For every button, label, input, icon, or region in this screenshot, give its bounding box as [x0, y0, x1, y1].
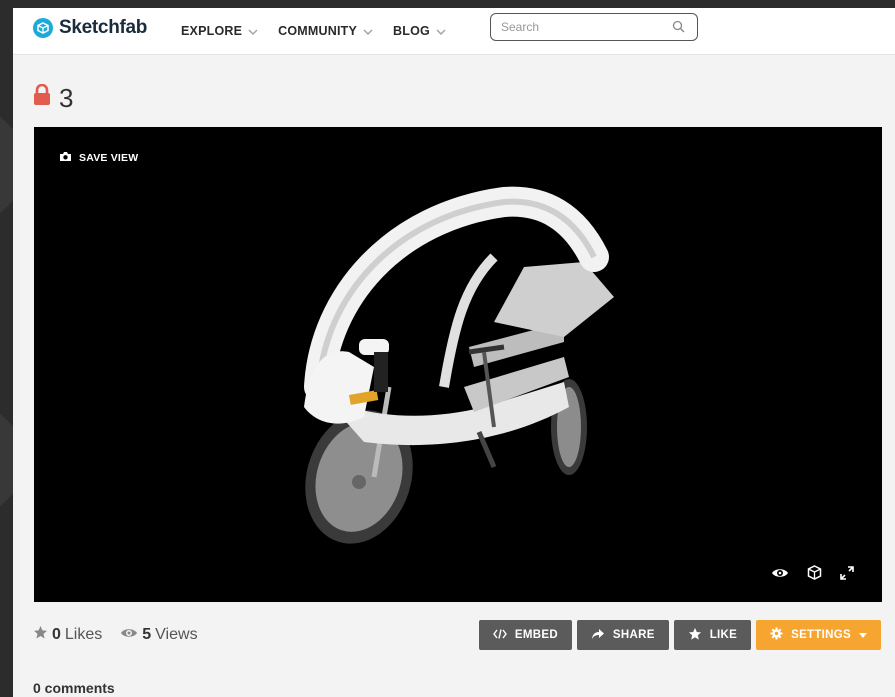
nav-blog[interactable]: BLOG [393, 24, 446, 38]
viewer-controls [771, 565, 854, 580]
chevron-down-icon [363, 24, 373, 38]
chevron-down-icon [436, 24, 446, 38]
comments-count: 0 comments [33, 680, 115, 696]
likes-label: Likes [64, 626, 103, 643]
eye-icon[interactable] [771, 567, 789, 579]
lock-icon [33, 83, 51, 111]
share-label: SHARE [612, 629, 655, 641]
model-stats: 0 Likes 5 Views [33, 625, 198, 645]
search-box [490, 13, 698, 41]
rickshaw-model [304, 186, 614, 544]
search-icon[interactable] [672, 20, 685, 38]
nav-community-label: COMMUNITY [278, 24, 358, 38]
model-title: 3 [33, 82, 74, 113]
page: Sketchfab EXPLORE COMMUNITY BLOG Search … [13, 8, 895, 697]
embed-button[interactable]: EMBED [478, 620, 572, 650]
save-view-label: SAVE VIEW [79, 152, 139, 164]
eye-icon [120, 626, 138, 644]
views-label: Views [155, 626, 198, 643]
likes-stat: 0 Likes [33, 625, 102, 645]
model-title-text: 3 [59, 82, 74, 113]
star-icon [33, 625, 48, 645]
views-count: 5 [142, 626, 152, 643]
code-icon [493, 628, 507, 642]
embed-label: EMBED [514, 629, 558, 641]
brand-name: Sketchfab [59, 17, 148, 38]
main-nav: EXPLORE COMMUNITY BLOG [181, 8, 466, 54]
likes-count: 0 [52, 626, 61, 643]
caret-down-icon [859, 629, 867, 641]
top-navbar: Sketchfab EXPLORE COMMUNITY BLOG [13, 8, 895, 55]
nav-explore-label: EXPLORE [181, 24, 243, 38]
camera-icon [59, 151, 72, 165]
sketchfab-logo[interactable]: Sketchfab [33, 17, 147, 39]
fullscreen-icon[interactable] [840, 565, 854, 580]
chevron-down-icon [248, 24, 258, 38]
settings-label: SETTINGS [791, 629, 851, 641]
share-button[interactable]: SHARE [576, 620, 669, 650]
model-viewer[interactable]: SAVE VIEW [34, 127, 882, 602]
cube-icon[interactable] [807, 565, 822, 580]
search-input[interactable] [501, 14, 661, 40]
gear-icon [770, 627, 783, 643]
like-label: LIKE [709, 629, 738, 641]
save-view-button[interactable]: SAVE VIEW [59, 151, 138, 165]
settings-button[interactable]: SETTINGS [756, 620, 881, 650]
share-arrow-icon [591, 628, 605, 643]
like-button[interactable]: LIKE [673, 620, 752, 650]
views-stat: 5 Views [120, 626, 198, 644]
sketchfab-logo-icon [33, 18, 53, 38]
star-icon [688, 627, 702, 644]
model-actions: EMBED SHARE LIKE SETTINGS [478, 620, 881, 650]
nav-blog-label: BLOG [393, 24, 430, 38]
nav-explore[interactable]: EXPLORE [181, 24, 258, 38]
nav-community[interactable]: COMMUNITY [278, 24, 373, 38]
